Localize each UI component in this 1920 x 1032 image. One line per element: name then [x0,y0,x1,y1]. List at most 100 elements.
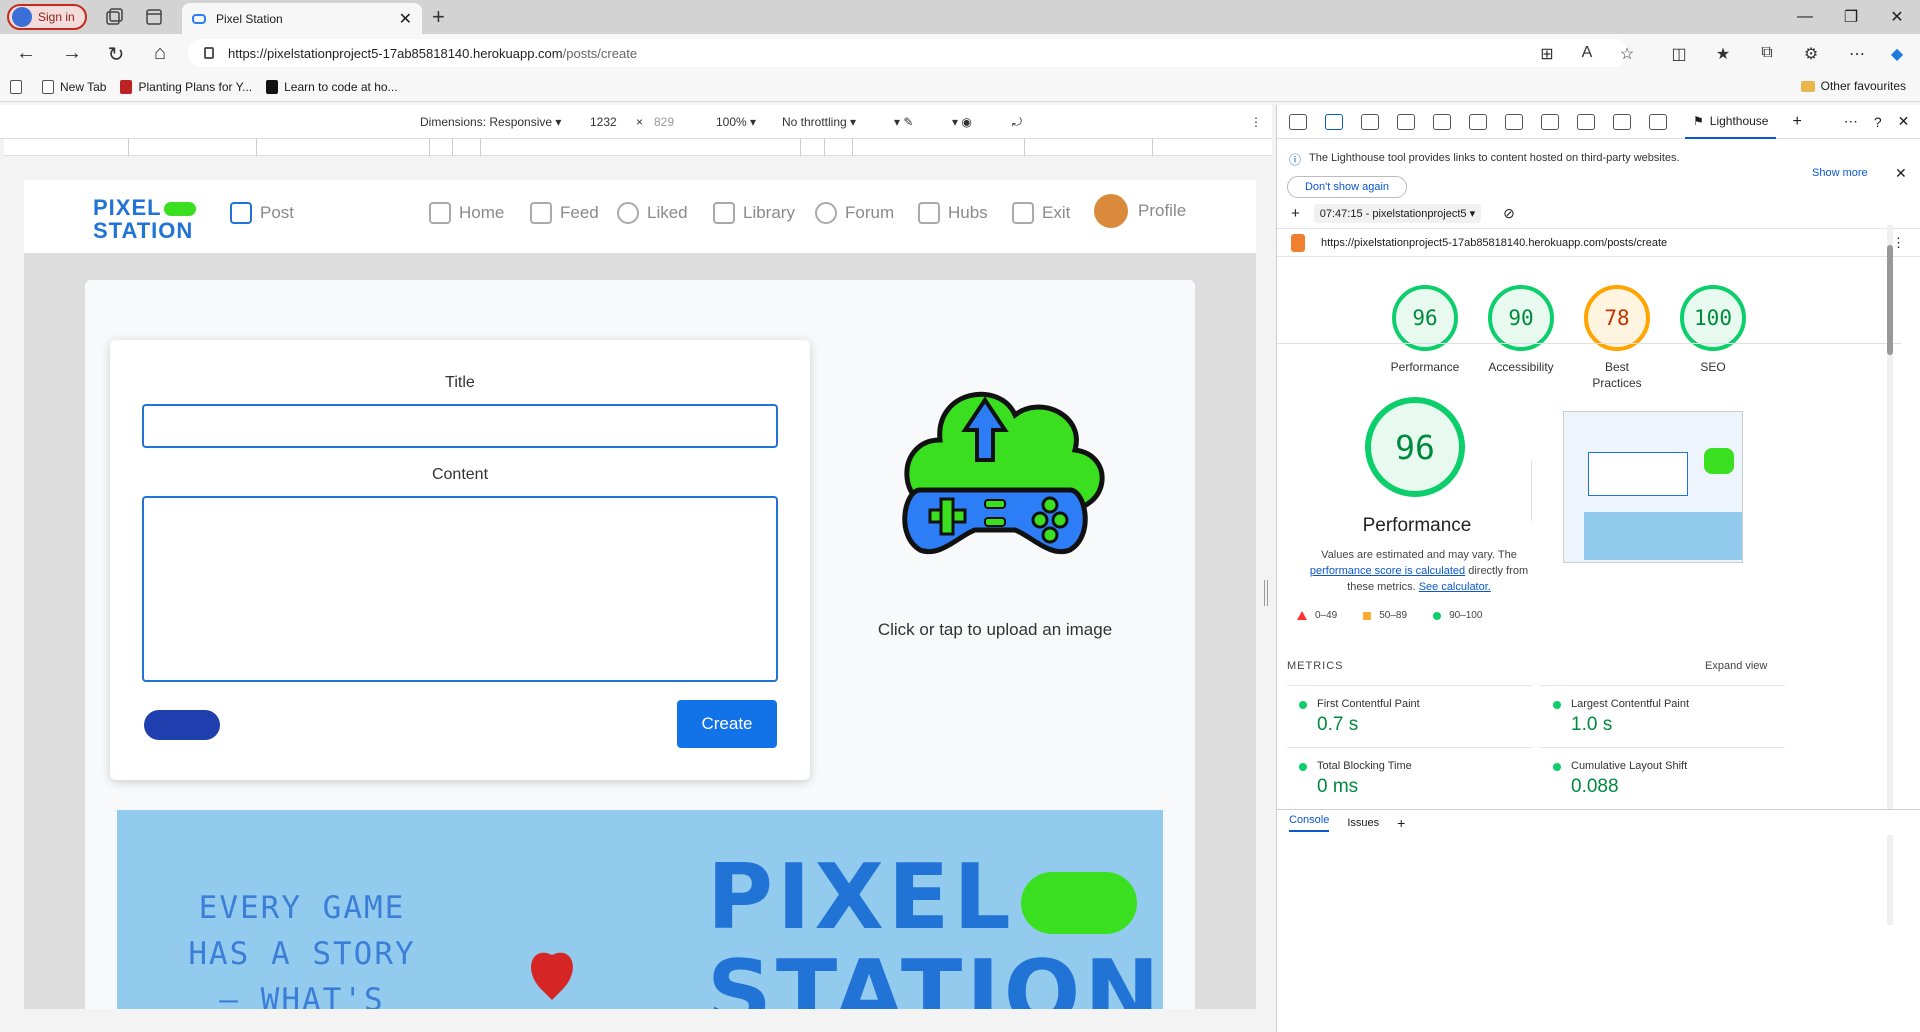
dimensions-select[interactable]: Dimensions: Responsive ▾ [420,115,561,129]
score-label: SEO [1700,360,1726,374]
workspaces-icon[interactable] [104,7,124,27]
performance-icon[interactable] [1577,113,1595,130]
nav-post[interactable]: Post [230,202,294,224]
drawer-tab-issues[interactable]: Issues [1347,817,1379,829]
refresh-icon[interactable]: ↻ [104,42,128,67]
new-report-icon[interactable]: + [1291,205,1300,222]
lock-icon [204,47,214,59]
viewport-resize-handle[interactable] [1264,580,1268,606]
elements-icon[interactable] [1433,113,1451,130]
green-circle-icon [1433,611,1442,620]
add-drawer-tab-icon[interactable]: + [1397,815,1405,831]
sources-icon[interactable] [1505,113,1523,130]
close-info-icon[interactable]: ✕ [1895,165,1907,182]
score-best-practices[interactable]: 78 Best Practices [1569,285,1665,391]
score-seo[interactable]: 100 SEO [1665,285,1761,391]
create-post-card: Title Content Cancel Create Click or tap… [85,280,1195,1009]
site-logo[interactable]: PIXEL STATION [93,196,196,242]
home-icon[interactable]: ⌂ [148,42,172,65]
dont-show-again-button[interactable]: Don't show again [1287,176,1407,198]
nav-liked[interactable]: Liked [617,202,688,224]
device-mode-icon[interactable] [1325,113,1343,130]
read-aloud-icon[interactable]: A [1576,44,1598,62]
restore-icon[interactable]: ❐ [1828,0,1874,34]
drawer-tab-console[interactable]: Console [1289,814,1330,832]
split-screen-icon[interactable]: ◫ [1668,44,1690,64]
other-favorites[interactable]: Other favourites [1800,79,1906,93]
more-menu-icon[interactable]: ⋯ [1846,44,1868,64]
score-performance[interactable]: 96 Performance [1377,285,1473,391]
more-options-icon[interactable]: ⋮ [1250,115,1262,129]
favorite-new-tab[interactable]: New Tab [42,79,106,94]
new-tab-icon[interactable]: + [432,4,445,30]
report-select[interactable]: 07:47:15 - pixelstationproject5 ▾ [1313,204,1482,223]
close-tab-icon[interactable]: ✕ [399,9,412,29]
console-icon[interactable] [1469,113,1487,130]
close-window-icon[interactable]: ✕ [1874,0,1920,34]
favorites-page-icon[interactable] [10,79,28,94]
create-button[interactable]: Create [677,700,777,748]
cancel-button[interactable]: Cancel [144,710,220,740]
score-calculated-link[interactable]: performance score is calculated [1310,565,1465,577]
favorite-learn-to-code[interactable]: Learn to code at ho... [266,79,398,94]
browser-tab-bar: Sign in Pixel Station ✕ + — ❐ ✕ [0,0,1920,34]
sidebar-icon[interactable] [1361,113,1379,130]
nav-profile[interactable]: Profile [1094,194,1186,228]
height-input[interactable]: 829 [648,112,694,132]
nav-exit[interactable]: Exit [1012,202,1070,224]
url-field[interactable]: https://pixelstationproject5-17ab8581814… [188,39,1628,67]
application-icon[interactable] [1649,113,1667,130]
vision-icon[interactable]: ▾ ◉ [952,115,972,129]
forward-icon[interactable]: → [60,42,84,65]
extensions-icon[interactable]: ⚙ [1800,44,1822,64]
nav-feed[interactable]: Feed [530,202,599,224]
media-query-ruler[interactable] [4,139,1272,156]
app-available-icon[interactable]: ⊞ [1536,44,1558,64]
favorite-star-icon[interactable]: ☆ [1616,44,1638,64]
scrollbar-thumb[interactable] [1887,245,1893,355]
report-menu-icon[interactable]: ⋮ [1892,235,1905,251]
settings-icon[interactable] [1613,113,1631,130]
browser-tab-active[interactable]: Pixel Station ✕ [182,3,422,34]
pd-icon [120,79,133,94]
width-input[interactable]: 1232 [584,112,630,132]
rotate-icon[interactable]: ⤾ [1012,115,1022,130]
sign-in-button[interactable]: Sign in [7,4,87,30]
help-icon[interactable]: ? [1874,114,1882,130]
tab-actions-icon[interactable] [144,7,164,27]
edit-icon [230,202,252,224]
tab-lighthouse[interactable]: ⚑ Lighthouse [1685,105,1777,139]
nav-home[interactable]: Home [429,202,504,224]
minimize-icon[interactable]: — [1782,0,1828,34]
title-input[interactable] [142,404,778,448]
add-tab-icon[interactable]: + [1792,113,1801,131]
nav-library[interactable]: Library [713,202,795,224]
upload-image-area[interactable] [825,360,1165,660]
back-icon[interactable]: ← [14,42,38,65]
see-calculator-link[interactable]: See calculator. [1419,581,1491,593]
throttling-select[interactable]: No throttling ▾ [782,115,856,129]
page-icon [10,79,22,94]
clear-icon[interactable]: ⊘ [1503,205,1515,222]
content-textarea[interactable] [142,496,778,682]
expand-view-toggle[interactable]: Expand view [1705,660,1767,672]
upload-instruction: Click or tap to upload an image [877,620,1113,639]
network-icon[interactable] [1541,113,1559,130]
copilot-icon[interactable]: ◆ [1886,44,1908,64]
dimension-separator: × [636,115,644,129]
more-icon[interactable]: ⋯ [1844,113,1858,130]
show-more-link[interactable]: Show more [1812,167,1868,179]
inspect-icon[interactable] [1289,113,1307,130]
close-devtools-icon[interactable]: ✕ [1898,113,1910,130]
page-screenshot-thumbnail[interactable] [1563,411,1743,563]
welcome-icon[interactable] [1397,113,1415,130]
device-options-icon[interactable]: ▾ ✎ [894,115,913,129]
score-accessibility[interactable]: 90 Accessibility [1473,285,1569,391]
favorites-icon[interactable]: ★ [1712,44,1734,64]
favorite-planting-plans[interactable]: Planting Plans for Y... [120,79,252,94]
nav-hubs[interactable]: Hubs [918,202,988,224]
title-label: Title [445,374,475,391]
nav-forum[interactable]: Forum [815,202,894,224]
collections-icon[interactable]: ⧉ [1756,44,1778,62]
zoom-select[interactable]: 100% ▾ [716,115,756,129]
